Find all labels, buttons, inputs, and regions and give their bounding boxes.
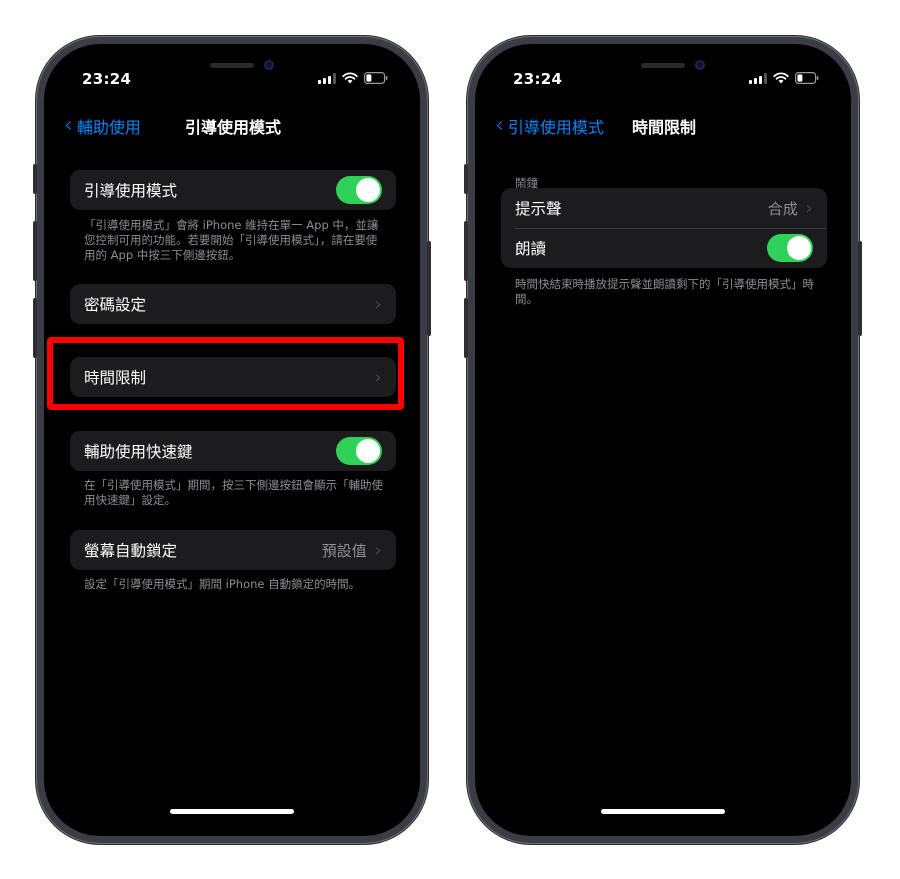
guided-access-toggle[interactable]	[336, 176, 382, 204]
wifi-icon	[773, 72, 789, 84]
toggle-knob	[356, 439, 380, 463]
speaker	[210, 63, 254, 68]
battery-icon	[364, 72, 388, 84]
sound-label: 提示聲	[515, 200, 562, 218]
auto-lock-label: 螢幕自動鎖定	[84, 542, 178, 560]
home-indicator[interactable]	[170, 809, 294, 814]
speak-row: 朗讀	[501, 228, 827, 268]
alarm-note: 時間快結束時播放提示聲並朗讀剩下的「引導使用模式」時間。	[515, 277, 814, 306]
status-icons	[749, 72, 819, 84]
status-time: 23:24	[513, 70, 563, 88]
status-time: 23:24	[82, 70, 132, 88]
accessibility-shortcut-label: 輔助使用快速鍵	[84, 443, 193, 461]
back-label: 引導使用模式	[507, 118, 604, 137]
back-button[interactable]: ‹ 輔助使用	[64, 114, 141, 138]
back-button[interactable]: ‹ 引導使用模式	[495, 114, 604, 138]
page-title: 時間限制	[632, 118, 697, 137]
sound-value: 合成	[767, 199, 798, 218]
navigation-bar: ‹ 輔助使用 引導使用模式	[44, 104, 420, 146]
phone-right: 23:24 ‹ 引導使用模式 時間限制 鬧鐘 提示聲 合成 › 朗讀 時間快結束…	[464, 36, 862, 844]
guided-access-row: 引導使用模式	[70, 170, 396, 210]
volume-up-button	[33, 221, 37, 281]
chevron-left-icon: ‹	[64, 113, 73, 138]
speaker	[641, 63, 685, 68]
volume-down-button	[33, 298, 37, 358]
chevron-right-icon: ›	[374, 539, 382, 561]
speak-label: 朗讀	[515, 240, 547, 258]
front-camera	[695, 60, 705, 70]
speak-toggle[interactable]	[767, 234, 813, 262]
guided-access-note: 「引導使用模式」會將 iPhone 維持在單一 App 中，並讓您控制可用的功能…	[84, 218, 379, 262]
wifi-icon	[342, 72, 358, 84]
screen-right: 23:24 ‹ 引導使用模式 時間限制 鬧鐘 提示聲 合成 › 朗讀 時間快結束…	[475, 44, 851, 836]
navigation-bar: ‹ 引導使用模式 時間限制	[475, 104, 851, 146]
front-camera	[264, 60, 274, 70]
auto-lock-value: 預設值	[321, 541, 367, 560]
side-button	[427, 241, 431, 336]
screen-left: 23:24 ‹ 輔助使用 引導使用模式 引導使用模式 「引導使用模式」會將 iP…	[44, 44, 420, 836]
mute-switch	[464, 164, 468, 194]
mute-switch	[33, 164, 37, 194]
battery-icon	[795, 72, 819, 84]
chevron-left-icon: ‹	[495, 113, 504, 138]
guided-access-label: 引導使用模式	[84, 182, 178, 200]
auto-lock-group: 螢幕自動鎖定 預設值 ›	[70, 530, 396, 570]
chevron-right-icon: ›	[374, 293, 382, 315]
toggle-knob	[787, 236, 811, 260]
passcode-settings-row[interactable]: 密碼設定 ›	[70, 284, 396, 324]
auto-lock-row[interactable]: 螢幕自動鎖定 預設值 ›	[70, 530, 396, 570]
highlight-box	[47, 337, 404, 410]
alarm-group: 提示聲 合成 › 朗讀	[501, 188, 827, 268]
back-label: 輔助使用	[76, 118, 141, 137]
home-indicator[interactable]	[601, 809, 725, 814]
cellular-signal-icon	[318, 72, 336, 84]
auto-lock-note: 設定「引導使用模式」期間 iPhone 自動鎖定的時間。	[84, 577, 361, 591]
volume-up-button	[464, 221, 468, 281]
accessibility-shortcut-row: 輔助使用快速鍵	[70, 431, 396, 471]
toggle-knob	[356, 178, 380, 202]
cellular-signal-icon	[749, 72, 767, 84]
accessibility-shortcut-toggle[interactable]	[336, 437, 382, 465]
passcode-settings-label: 密碼設定	[84, 296, 147, 314]
side-button	[858, 241, 862, 336]
accessibility-shortcut-group: 輔助使用快速鍵	[70, 431, 396, 471]
chevron-right-icon: ›	[805, 197, 813, 219]
volume-down-button	[464, 298, 468, 358]
phone-left: 23:24 ‹ 輔助使用 引導使用模式 引導使用模式 「引導使用模式」會將 iP…	[33, 36, 431, 844]
accessibility-shortcut-note: 在「引導使用模式」期間，按三下側邊按鈕會顯示「輔助使用快速鍵」設定。	[84, 478, 383, 507]
page-title: 引導使用模式	[185, 118, 282, 137]
status-icons	[318, 72, 388, 84]
guided-access-group: 引導使用模式	[70, 170, 396, 210]
sound-row[interactable]: 提示聲 合成 ›	[501, 188, 827, 228]
passcode-group: 密碼設定 ›	[70, 284, 396, 324]
